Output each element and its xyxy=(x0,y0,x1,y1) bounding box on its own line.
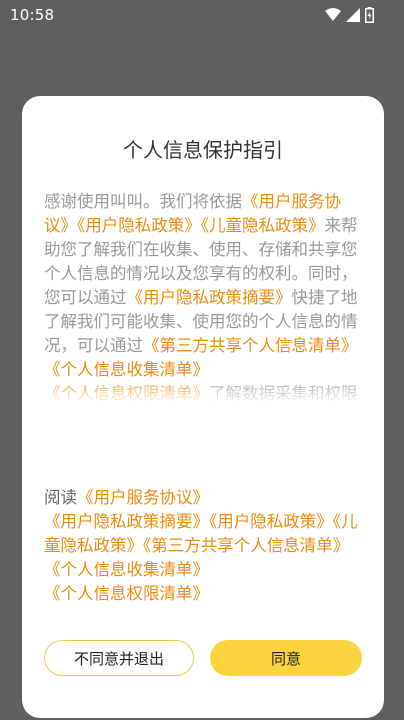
body-text-segment: 感谢使用叫叫。我们将依据 xyxy=(44,192,242,211)
agreement-notice-text: 阅读《用户服务协议》《用户隐私政策摘要》《用户隐私政策》《儿童隐私政策》《第三方… xyxy=(44,486,364,606)
body-policy-link[interactable]: 《儿童隐私政策》 xyxy=(201,216,325,235)
notice-policy-link[interactable]: 《个人信息收集清单》 xyxy=(44,560,209,579)
scroll-fade xyxy=(44,376,364,404)
privacy-dialog: 个人信息保护指引 感谢使用叫叫。我们将依据《用户服务协议》《用户隐私政策》《儿童… xyxy=(22,96,384,718)
status-time: 10:58 xyxy=(10,6,55,24)
signal-icon xyxy=(346,8,360,22)
status-bar: 10:58 xyxy=(0,0,404,32)
notice-policy-link[interactable]: 《个人信息权限清单》 xyxy=(44,584,209,603)
agree-button[interactable]: 同意 xyxy=(210,640,362,676)
notice-policy-link[interactable]: 《第三方共享个人信息清单》 xyxy=(143,536,349,555)
body-policy-link[interactable]: 《第三方共享个人信息清单》 xyxy=(143,336,358,355)
wifi-icon xyxy=(325,8,341,22)
disagree-exit-button[interactable]: 不同意并退出 xyxy=(44,640,194,676)
body-policy-link[interactable]: 《用户隐私政策摘要》 xyxy=(127,288,292,307)
notice-policy-link[interactable]: 《用户隐私政策》 xyxy=(209,512,333,531)
notice-policy-link[interactable]: 《用户隐私政策摘要》 xyxy=(44,512,209,531)
agreement-body-text[interactable]: 感谢使用叫叫。我们将依据《用户服务协议》《用户隐私政策》《儿童隐私政策》来帮助您… xyxy=(44,190,364,404)
battery-icon xyxy=(365,7,374,23)
dialog-title: 个人信息保护指引 xyxy=(123,138,283,162)
body-policy-link[interactable]: 《用户隐私政策》 xyxy=(77,216,201,235)
status-icons xyxy=(325,7,374,23)
notice-policy-link[interactable]: 《用户服务协议》 xyxy=(77,488,209,507)
notice-text-segment: 阅读 xyxy=(44,488,77,507)
